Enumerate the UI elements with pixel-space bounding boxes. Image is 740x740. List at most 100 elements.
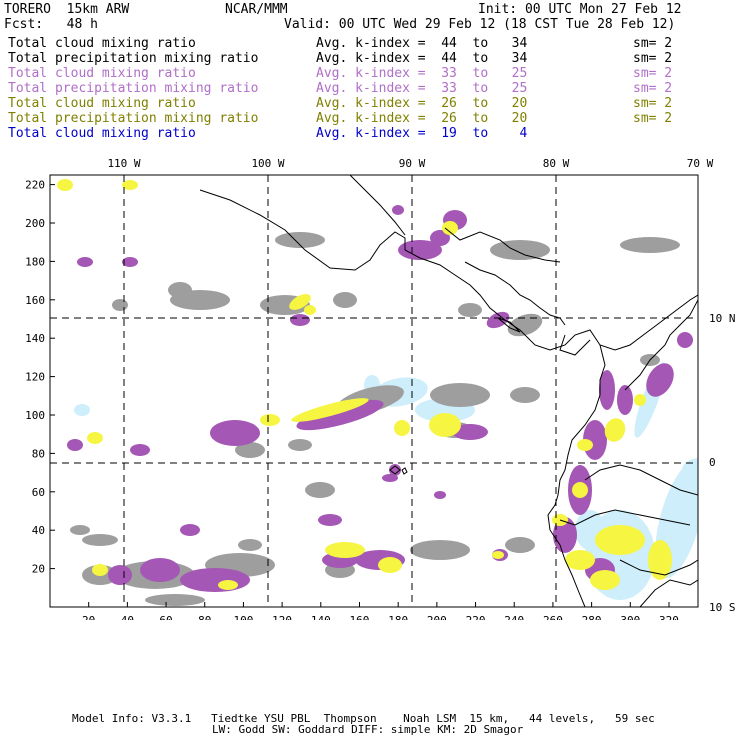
precip-field (325, 542, 365, 558)
cloud-low-field (288, 439, 312, 451)
plot-header: TORERO 15km ARW NCAR/MMM Init: 00 UTC Mo… (0, 0, 740, 160)
legend-name: Total cloud mixing ratio (8, 66, 196, 81)
y-tick-label: 140 (25, 332, 45, 345)
legend-kindex: Avg. k-index = 44 to 34 (316, 51, 528, 66)
latitude-label: 10 S (709, 601, 736, 614)
precip-field (577, 439, 593, 451)
cloud-low-field (145, 594, 205, 606)
latitude-label: 0 (709, 456, 716, 469)
legend-kindex: Avg. k-index = 33 to 25 (316, 66, 528, 81)
precip-field (492, 551, 504, 559)
cloud-mid-field (140, 558, 180, 582)
y-tick-label: 60 (32, 486, 45, 499)
legend-sm: sm= 2 (633, 111, 673, 126)
legend-sm: sm= 2 (633, 36, 673, 51)
x-tick-label: 300 (620, 614, 640, 620)
longitude-label: 90 W (399, 157, 426, 170)
precip-field (429, 413, 461, 437)
organization: NCAR/MMM (225, 2, 288, 17)
precip-field (87, 432, 103, 444)
cloud-mid-field (180, 568, 250, 592)
precip-field (378, 557, 402, 573)
cloud-low-field (410, 540, 470, 560)
longitude-label: 110 W (107, 157, 140, 170)
x-tick-label: 140 (311, 614, 331, 620)
legend-name: Total precipitation mixing ratio (8, 81, 259, 96)
cloud-low-field (507, 313, 543, 337)
x-tick-label: 60 (159, 614, 172, 620)
legend-sm: sm= 2 (633, 96, 673, 111)
cloud-mid-field (180, 524, 200, 536)
x-tick-label: 200 (427, 614, 447, 620)
cloud-low-field (510, 387, 540, 403)
legend-sm: sm= 2 (633, 51, 673, 66)
cloud-mid-field (130, 444, 150, 456)
cloud-low-field (112, 299, 128, 311)
cloud-mid-field (77, 257, 93, 267)
cloud-low-field (305, 482, 335, 498)
legend-name: Total cloud mixing ratio (8, 96, 196, 111)
cloud-low-field (82, 534, 118, 546)
latitude-label: 10 N (709, 312, 736, 325)
forecast-hour: Fcst: 48 h (4, 17, 98, 32)
coastline (404, 249, 698, 351)
cloud-mid-field (290, 314, 310, 326)
cloud-low-field (70, 525, 90, 535)
y-tick-label: 40 (32, 524, 45, 537)
legend-sm: sm= 2 (633, 66, 673, 81)
y-tick-label: 120 (25, 371, 45, 384)
legend-name: Total cloud mixing ratio (8, 126, 196, 141)
coastline (199, 189, 406, 271)
legend-kindex: Avg. k-index = 19 to 4 (316, 126, 528, 141)
longitude-label: 100 W (251, 157, 284, 170)
cloud-low-field (74, 404, 90, 416)
y-tick-label: 200 (25, 217, 45, 230)
legend-kindex: Avg. k-index = 26 to 20 (316, 96, 528, 111)
legend-kindex: Avg. k-index = 33 to 25 (316, 81, 528, 96)
x-tick-label: 280 (582, 614, 602, 620)
y-tick-label: 100 (25, 409, 45, 422)
y-tick-label: 80 (32, 447, 45, 460)
legend-name: Total precipitation mixing ratio (8, 51, 259, 66)
x-tick-label: 180 (388, 614, 408, 620)
cloud-low-field (620, 237, 680, 253)
precip-field (590, 570, 620, 590)
legend-name: Total cloud mixing ratio (8, 36, 196, 51)
legend-kindex: Avg. k-index = 26 to 20 (316, 111, 528, 126)
cloud-mid-field (434, 491, 446, 499)
precip-field (57, 179, 73, 191)
coastline (349, 175, 406, 236)
valid-time: Valid: 00 UTC Wed 29 Feb 12 (18 CST Tue … (284, 17, 676, 32)
longitude-label: 70 W (687, 157, 714, 170)
x-tick-label: 100 (233, 614, 253, 620)
cloud-low-field (238, 539, 262, 551)
cloud-low-field (333, 292, 357, 308)
cloud-low-field (458, 303, 482, 317)
cloud-mid-field (67, 439, 83, 451)
precip-field (92, 564, 108, 576)
x-tick-label: 320 (659, 614, 679, 620)
coastline (464, 261, 566, 326)
cloud-mid-field (108, 565, 132, 585)
init-time: Init: 00 UTC Mon 27 Feb 12 (478, 2, 682, 17)
weather-fields (57, 179, 698, 606)
precip-field (565, 550, 595, 570)
cloud-low-field (490, 240, 550, 260)
cloud-low-field (168, 282, 192, 298)
precip-field (442, 221, 458, 235)
legend-kindex: Avg. k-index = 44 to 34 (316, 36, 528, 51)
precip-field (595, 525, 645, 555)
x-tick-label: 220 (466, 614, 486, 620)
x-tick-label: 240 (504, 614, 524, 620)
x-tick-label: 80 (198, 614, 211, 620)
precip-field (304, 305, 316, 315)
cloud-mid-field (382, 474, 398, 482)
map-plot: 2040608010012014016018020022024026028030… (25, 157, 736, 620)
x-tick-label: 40 (121, 614, 134, 620)
model-info-line2: LW: Godd SW: Goddard DIFF: simple KM: 2D… (212, 723, 524, 736)
y-tick-label: 180 (25, 255, 45, 268)
y-tick-label: 160 (25, 294, 45, 307)
precip-field (634, 394, 646, 406)
precip-field (394, 420, 410, 436)
cloud-low-field (505, 537, 535, 553)
